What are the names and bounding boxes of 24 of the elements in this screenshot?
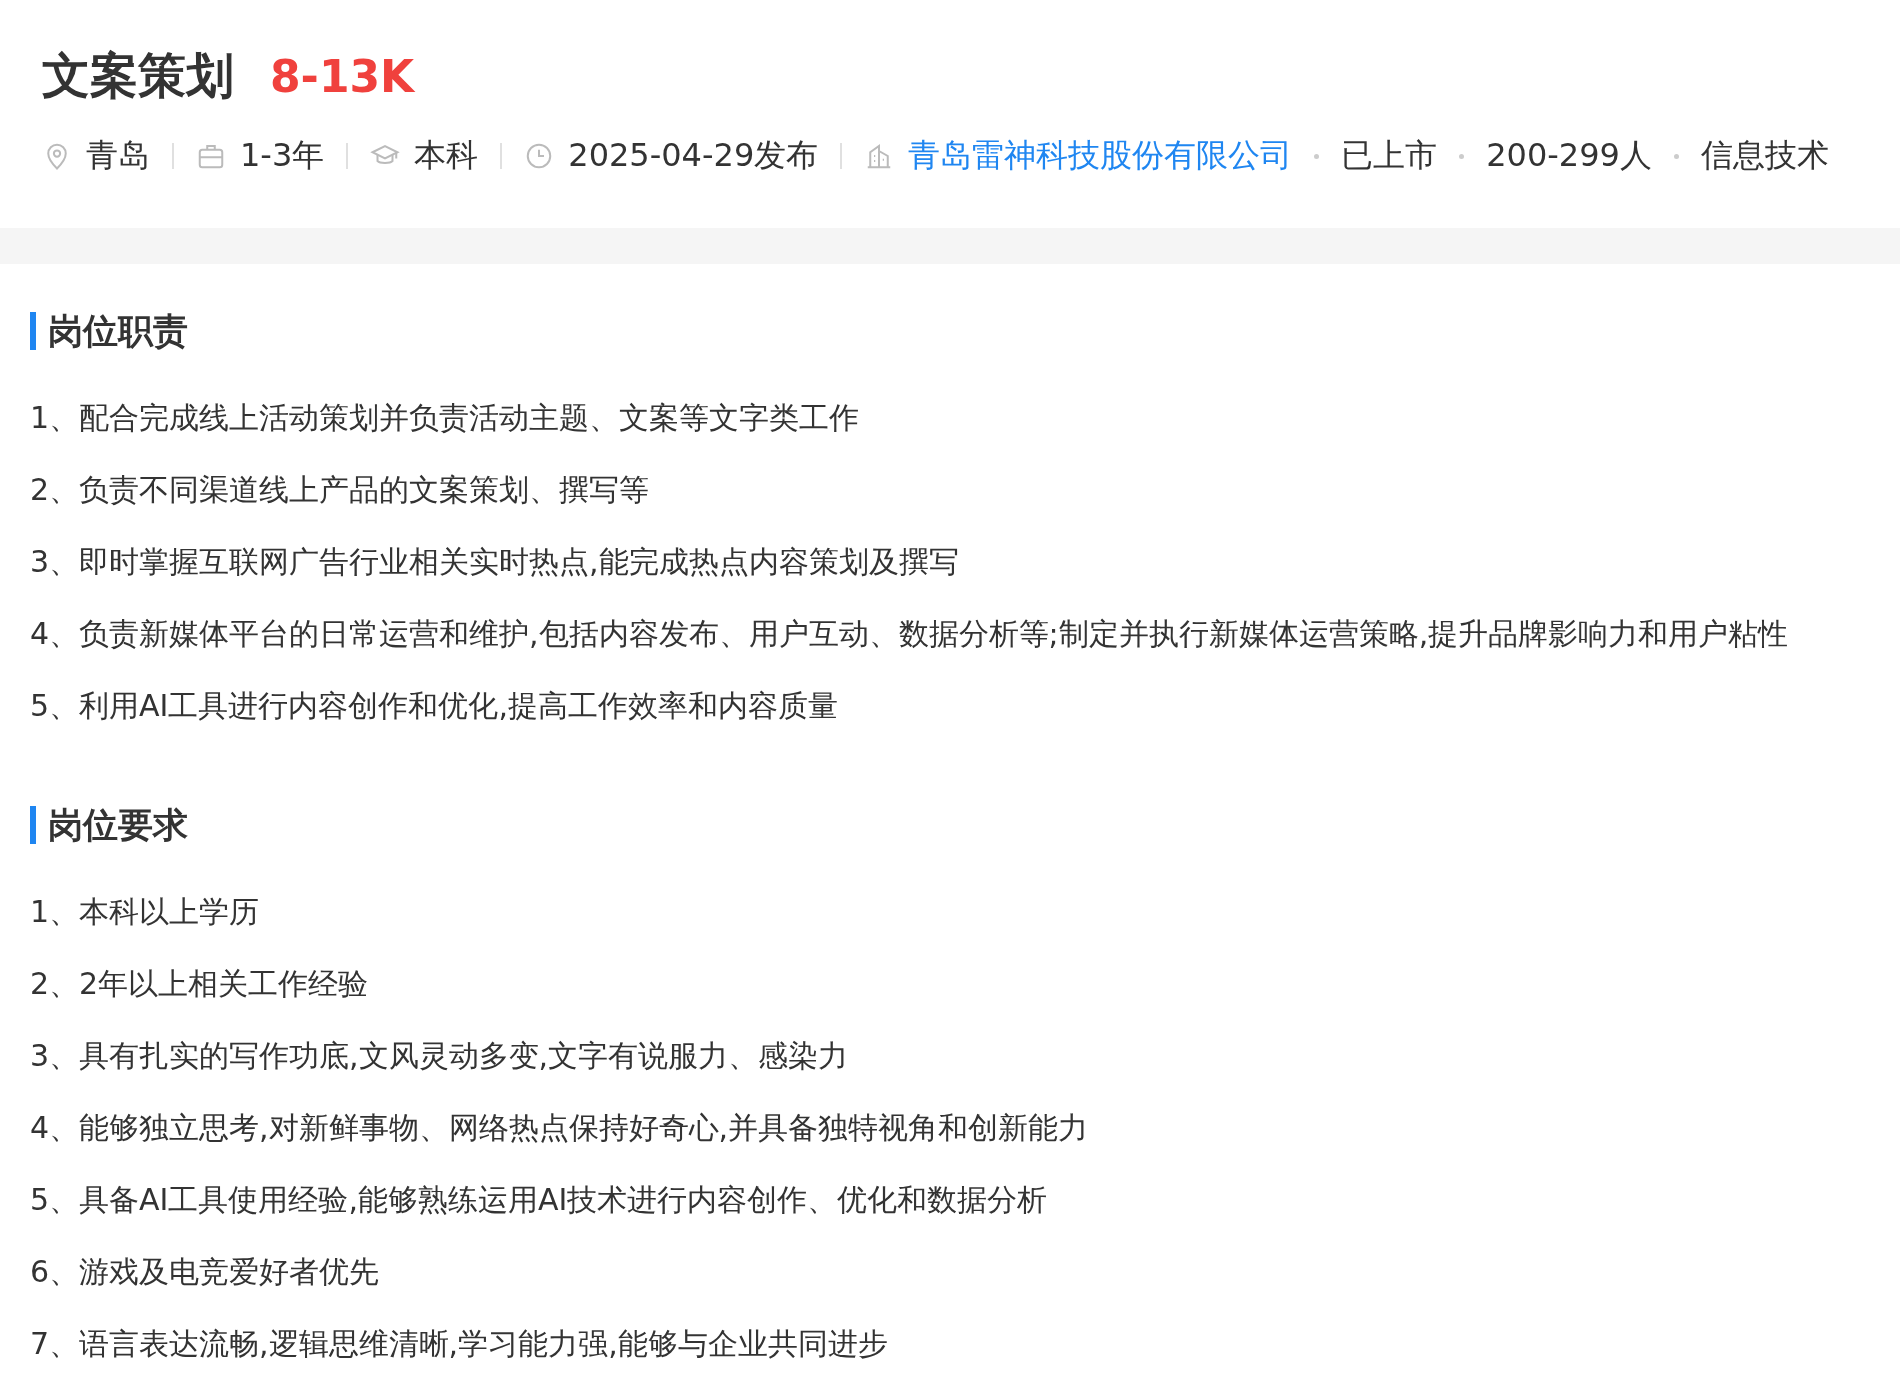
meta-text: 2025-04-29发布 <box>568 135 819 176</box>
list-item: 4、能够独立思考,对新鲜事物、网络热点保持好奇心,并具备独特视角和创新能力 <box>30 1109 1090 1147</box>
list-item: 2、2年以上相关工作经验 <box>30 965 370 1003</box>
meta-text: 本科 <box>414 135 479 176</box>
list-item: 1、本科以上学历 <box>30 893 261 931</box>
list-item: 7、语言表达流畅,逻辑思维清晰,学习能力强,能够与企业共同进步 <box>30 1325 889 1363</box>
job-title: 文案策划 <box>42 46 234 105</box>
company-tag: 200-299人 <box>1486 134 1652 178</box>
list-item: 6、游戏及电竞爱好者优先 <box>30 1253 381 1291</box>
list-item: 2、负责不同渠道线上产品的文案策划、撰写等 <box>30 471 651 509</box>
meta-text: 青岛 <box>86 135 150 176</box>
list-item: 4、负责新媒体平台的日常运营和维护,包括内容发布、用户互动、数据分析等;制定并执行新媒体运营策略,提升品牌影响力和用户粘性 <box>30 615 1790 653</box>
company-tag: 信息技术 <box>1700 134 1829 178</box>
company-tag: 已上市 <box>1341 134 1438 178</box>
list-item: 5、具备AI工具使用经验,能够熟练运用AI技术进行内容创作、优化和数据分析 <box>30 1181 1049 1219</box>
meta-text: 1-3年 <box>240 135 325 176</box>
list-item: 3、具有扎实的写作功底,文风灵动多变,文字有说服力、感染力 <box>30 1037 850 1075</box>
list-item: 3、即时掌握互联网广告行业相关实时热点,能完成热点内容策划及撰写 <box>30 543 960 581</box>
list-item: 1、配合完成线上活动策划并负责活动主题、文案等文字类工作 <box>30 399 861 437</box>
salary: 8-13K <box>270 51 415 102</box>
section-heading: 岗位要求 <box>30 806 1870 844</box>
section-heading: 岗位职责 <box>30 312 1870 350</box>
list-item: 5、利用AI工具进行内容创作和优化,提高工作效率和内容质量 <box>30 687 839 725</box>
company-link[interactable]: 青岛雷神科技股份有限公司 <box>908 134 1293 178</box>
